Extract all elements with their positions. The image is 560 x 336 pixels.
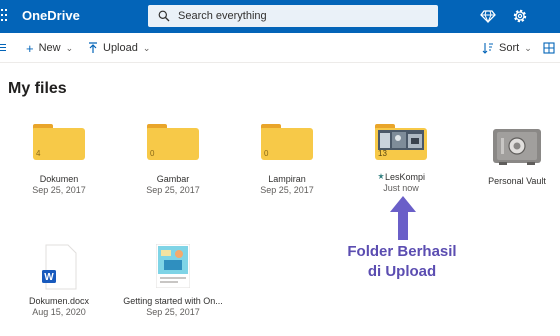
plus-icon: + (26, 40, 34, 56)
folder-icon: 13 (375, 124, 427, 160)
folder-icon: 0 (261, 124, 313, 160)
app-launcher-icon[interactable] (0, 8, 10, 24)
top-bar: OneDrive Search everything (0, 0, 560, 33)
file-tile[interactable]: W Dokumen.docx Aug 15, 2020 (7, 242, 111, 320)
settings-gear-icon[interactable] (512, 8, 528, 24)
new-button[interactable]: + New ⌄ (26, 40, 74, 56)
sort-label: Sort (499, 42, 520, 54)
personal-vault-tile[interactable]: Personal Vault (465, 124, 560, 196)
folder-tile[interactable]: 0 Gambar Sep 25, 2017 (121, 124, 225, 196)
search-icon (158, 10, 170, 22)
file-tile[interactable]: Getting started with On... Sep 25, 2017 (121, 242, 225, 320)
folder-icon: 0 (147, 124, 199, 160)
sort-button[interactable]: Sort ⌄ (482, 42, 532, 54)
vault-icon (493, 129, 541, 165)
nav-menu-icon[interactable] (0, 44, 6, 53)
upload-button[interactable]: Upload ⌄ (88, 42, 150, 54)
item-count: 13 (378, 149, 387, 158)
pdf-thumbnail-icon (156, 244, 190, 288)
item-name: LesKompi (349, 172, 453, 183)
item-count: 0 (264, 149, 269, 158)
item-date: Sep 25, 2017 (32, 185, 86, 195)
item-name: Dokumen (39, 174, 79, 184)
premium-diamond-icon[interactable] (480, 8, 496, 24)
chevron-down-icon: ⌄ (524, 42, 532, 53)
item-date: Just now (383, 183, 419, 193)
folder-tile[interactable]: 0 Lampiran Sep 25, 2017 (235, 124, 339, 196)
view-grid-icon[interactable] (543, 42, 555, 54)
folder-icon: 4 (33, 124, 85, 160)
folder-thumbnail (378, 130, 424, 150)
search-box[interactable]: Search everything (148, 5, 438, 27)
item-name: Dokumen.docx (28, 296, 90, 306)
annotation-line-2: di Upload (367, 263, 437, 280)
annotation-line-1: Folder Berhasil (347, 243, 457, 260)
page-title: My files (8, 80, 67, 97)
item-date: Sep 25, 2017 (146, 307, 200, 317)
svg-text:W: W (44, 272, 54, 283)
item-count: 0 (150, 149, 155, 158)
item-date: Sep 25, 2017 (260, 185, 314, 195)
new-label: New (38, 42, 61, 54)
item-date: Aug 15, 2020 (32, 307, 86, 317)
chevron-down-icon: ⌄ (65, 42, 74, 53)
upload-success-annotation: Folder Berhasil di Upload (340, 242, 464, 282)
app-title[interactable]: OneDrive (22, 8, 80, 23)
item-name: Getting started with On... (123, 296, 223, 306)
folder-tile[interactable]: 13 LesKompi Just now (349, 124, 453, 196)
item-name: Personal Vault (488, 176, 546, 186)
search-input[interactable]: Search everything (178, 10, 267, 22)
chevron-down-icon: ⌄ (142, 42, 151, 53)
sort-icon (482, 43, 493, 54)
upload-arrow-icon (89, 42, 97, 53)
item-count: 4 (36, 149, 41, 158)
item-name: Gambar (156, 174, 190, 184)
folder-tile[interactable]: 4 Dokumen Sep 25, 2017 (7, 124, 111, 196)
arrow-up-icon (390, 196, 416, 240)
item-name: Lampiran (268, 174, 306, 184)
command-bar: + New ⌄ Upload ⌄ Sort ⌄ (0, 33, 560, 63)
shared-new-icon (377, 173, 384, 179)
word-icon: W (42, 244, 77, 290)
item-date: Sep 25, 2017 (146, 185, 200, 195)
upload-label: Upload (103, 42, 138, 54)
